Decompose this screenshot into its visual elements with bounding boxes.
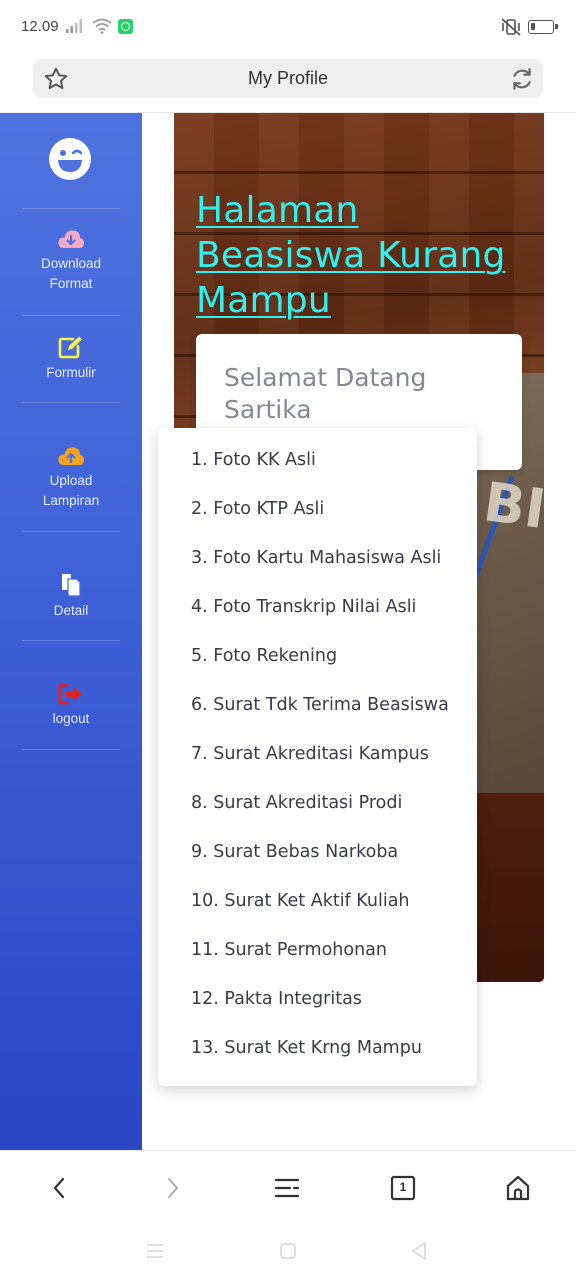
sidebar-item-download-format[interactable]: Download Format [0,228,142,294]
tabs-button[interactable]: 1 [386,1171,420,1205]
menu-icon [274,1178,300,1198]
chevron-right-icon [168,1178,178,1198]
sidebar-divider [22,640,120,641]
browser-bottom-nav: 1 [0,1150,576,1222]
sidebar-divider [22,749,120,750]
reload-icon[interactable] [509,66,535,92]
address-bar[interactable]: My Profile [33,59,543,98]
sidebar-item-label: Upload [49,473,93,488]
sidebar-item-formulir[interactable]: Formulir [0,335,142,383]
sidebar-divider [22,531,120,532]
forward-button[interactable] [156,1171,190,1205]
sign-out-icon [58,683,82,705]
dropdown-item[interactable]: 11. Surat Permohonan [191,940,387,970]
dropdown-item[interactable]: 8. Surat Akreditasi Prodi [191,793,402,823]
home-button[interactable] [501,1171,535,1205]
square-icon [280,1243,296,1259]
cloud-upload-icon [58,447,84,465]
dropdown-item[interactable]: 3. Foto Kartu Mahasiswa Asli [191,548,441,578]
copy-icon [62,574,81,597]
recents-icon [147,1244,163,1258]
tab-count: 1 [399,1180,407,1194]
sidebar-item-upload-lampiran[interactable]: Upload Lampiran [0,445,142,511]
status-bar: 12.09 [0,0,576,56]
dropdown-item[interactable]: 4. Foto Transkrip Nilai Asli [191,597,416,627]
whatsapp-icon [118,19,133,34]
sidebar-item-label: Formulir [46,365,96,380]
system-nav-bar [0,1222,576,1280]
sidebar-item-logout[interactable]: logout [0,683,142,729]
edit-icon [58,336,82,359]
sidebar-item-label: Format [49,276,93,291]
dropdown-item[interactable]: 2. Foto KTP Asli [191,499,324,529]
cloud-download-icon [58,230,84,248]
dropdown-item[interactable]: 7. Surat Akreditasi Kampus [191,744,429,774]
home-icon [506,1175,530,1201]
sidebar-item-label: logout [52,711,90,726]
chevron-left-icon [53,1177,65,1199]
hero-bag-lettering: BIK [479,470,544,547]
sidebar-item-label: Lampiran [42,493,100,508]
upload-dropdown-menu: 1. Foto KK Asli 2. Foto KTP Asli 3. Foto… [158,428,477,1086]
sidebar: Download Format Formulir Upload Lampiran… [0,113,142,1150]
sidebar-item-label: Download [40,256,102,271]
sidebar-item-label: Detail [53,603,89,618]
vibrate-icon [501,18,521,36]
hero-title-link[interactable]: Halaman Beasiswa Kurang Mampu [196,188,526,323]
sidebar-divider [22,315,120,316]
menu-button[interactable] [270,1171,304,1205]
wifi-icon [92,18,112,34]
dropdown-item[interactable]: 10. Surat Ket Aktif Kuliah [191,891,410,921]
home-system-button[interactable] [275,1238,301,1264]
dropdown-item[interactable]: 6. Surat Tdk Terima Beasiswa [191,695,449,725]
dropdown-item[interactable]: 5. Foto Rekening [191,646,337,676]
welcome-text: Selamat Datang Sartika [224,363,427,424]
recents-button[interactable] [142,1238,168,1264]
signal-icon [66,19,82,33]
dropdown-item[interactable]: 1. Foto KK Asli [191,450,316,480]
laugh-wink-logo-icon[interactable] [49,138,91,180]
battery-icon [528,20,558,34]
back-system-button[interactable] [406,1238,432,1264]
sidebar-divider [22,402,120,403]
dropdown-item[interactable]: 9. Surat Bebas Narkoba [191,842,398,872]
page-title: My Profile [247,68,328,88]
status-time: 12.09 [21,18,59,35]
back-button[interactable] [42,1171,76,1205]
sidebar-divider [22,208,120,209]
triangle-back-icon [412,1242,426,1260]
dropdown-item[interactable]: 12. Pakta Integritas [191,989,362,1019]
dropdown-item[interactable]: 13. Surat Ket Krng Mampu [191,1038,422,1068]
sidebar-item-detail[interactable]: Detail [0,573,142,621]
